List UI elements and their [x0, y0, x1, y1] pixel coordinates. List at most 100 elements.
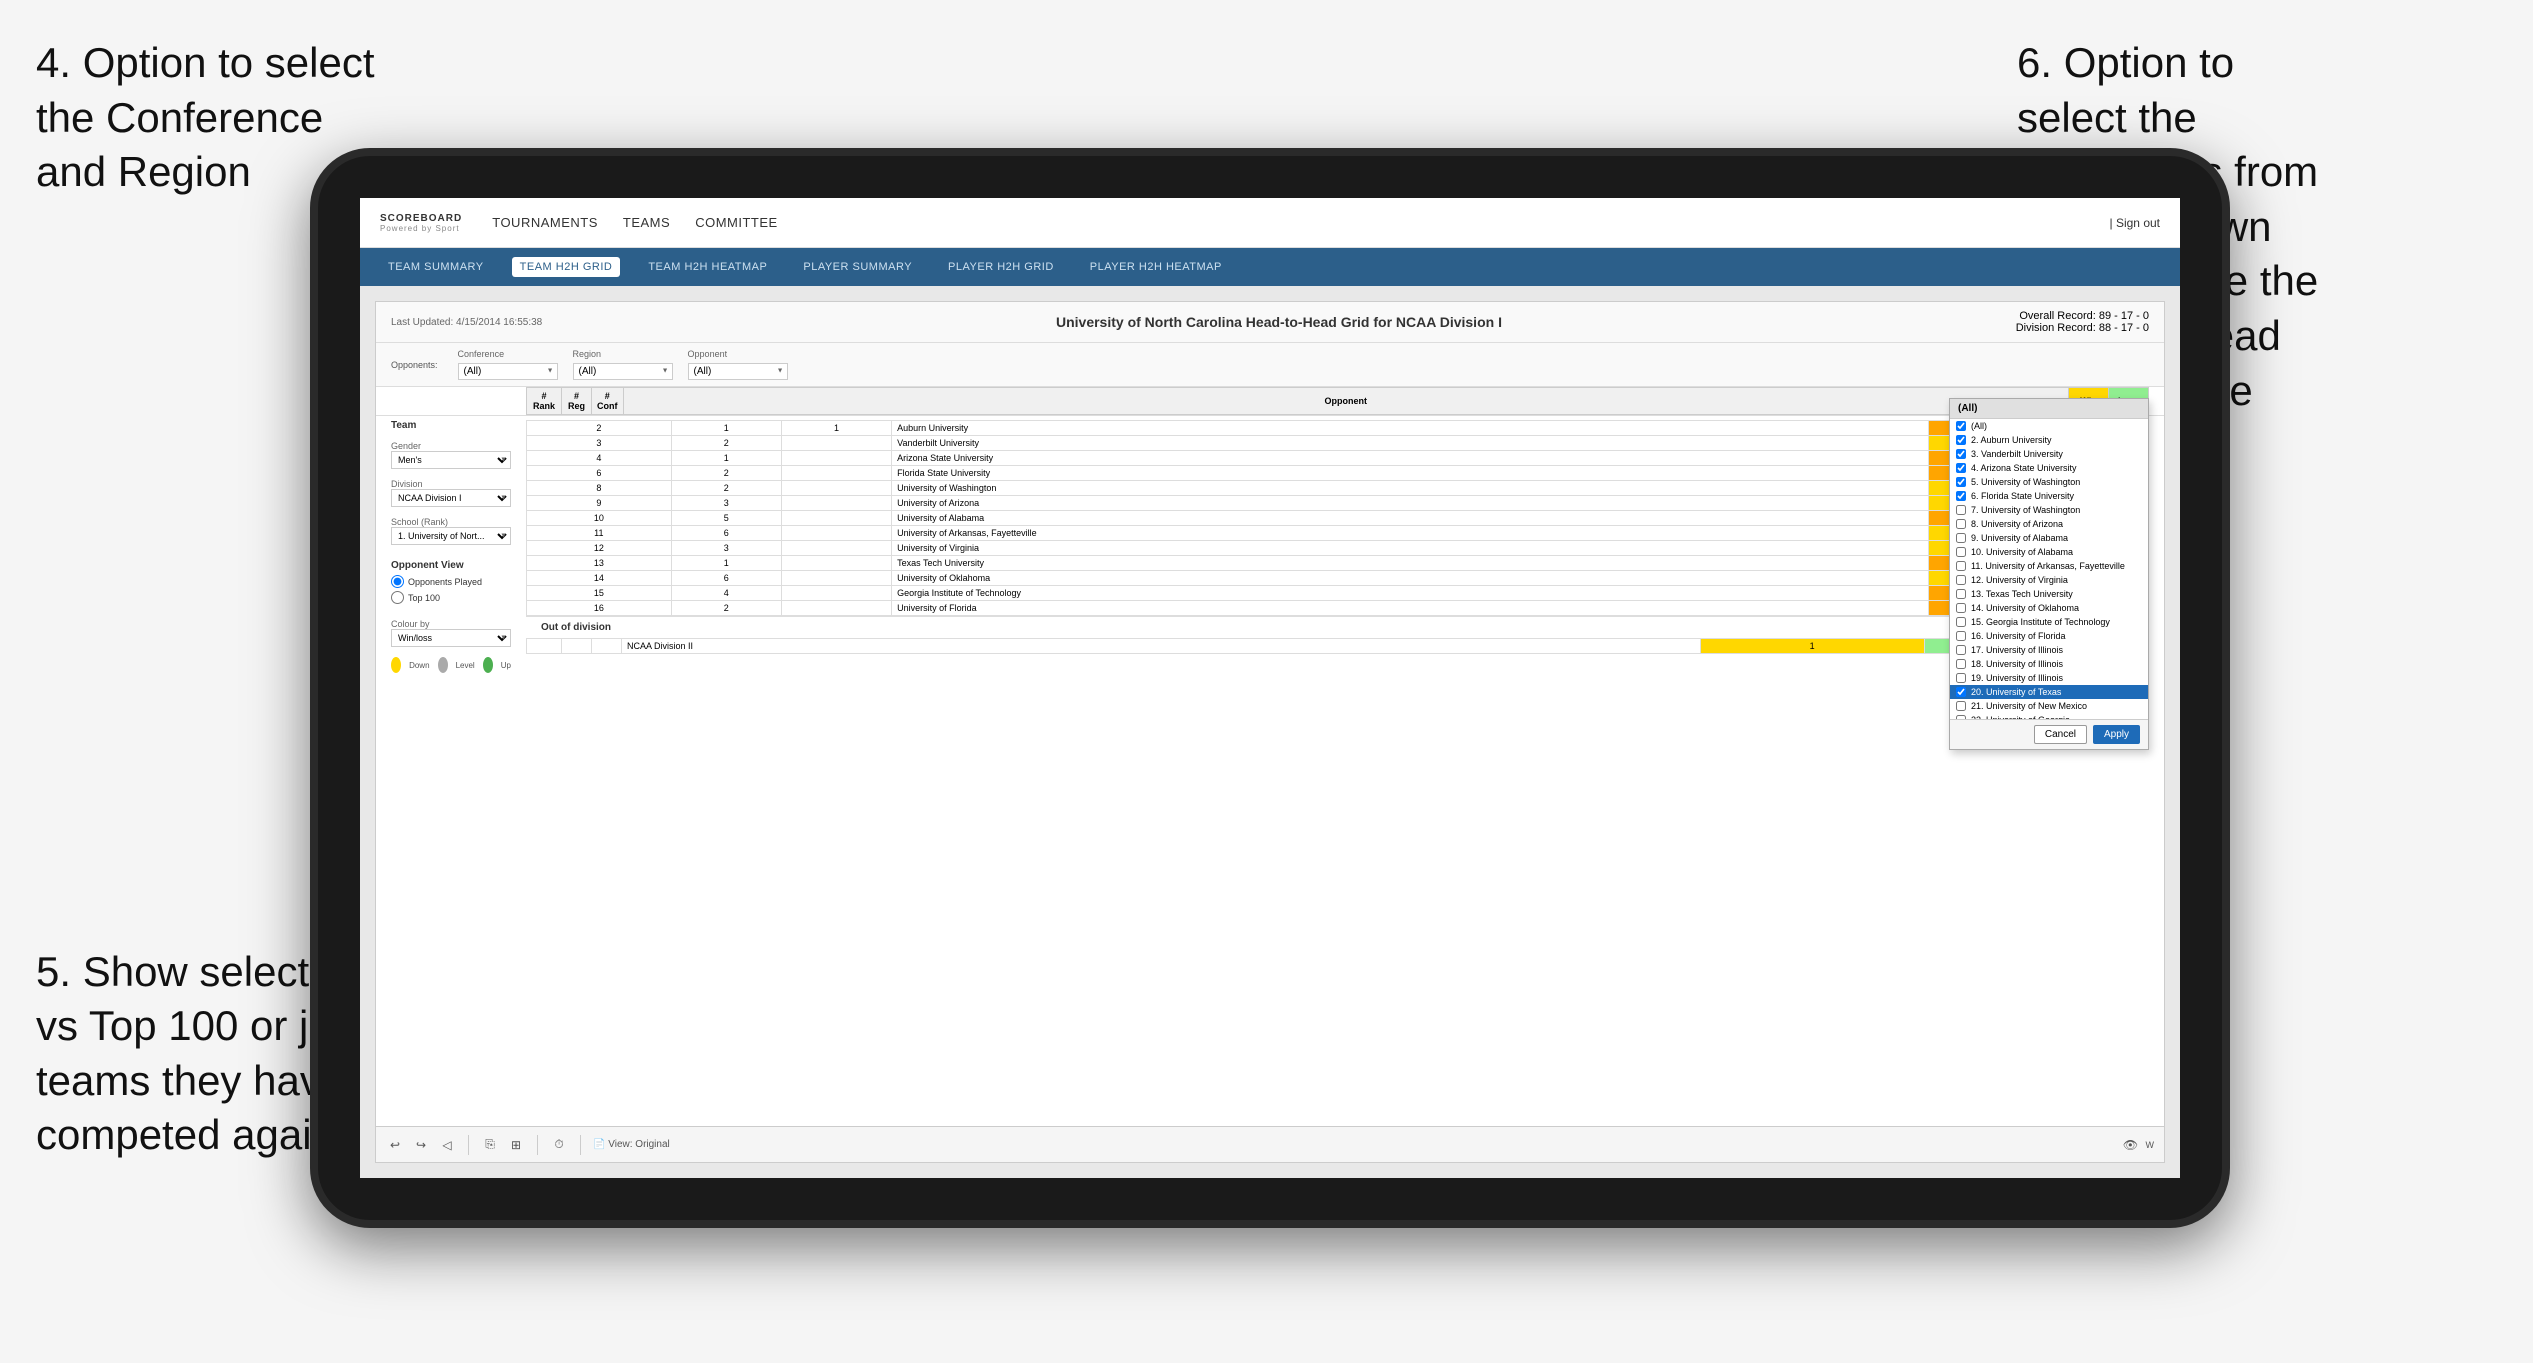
- dropdown-checkbox[interactable]: [1956, 575, 1966, 585]
- nav-teams[interactable]: TEAMS: [623, 210, 670, 235]
- dropdown-item[interactable]: 12. University of Virginia: [1950, 573, 2148, 587]
- dropdown-item[interactable]: 2. Auburn University: [1950, 433, 2148, 447]
- opponent-select[interactable]: (All): [688, 363, 788, 380]
- dropdown-checkbox[interactable]: [1956, 533, 1966, 543]
- school-select[interactable]: 1. University of Nort...: [391, 527, 511, 545]
- dropdown-item-label: 6. Florida State University: [1971, 491, 2074, 501]
- dropdown-checkbox[interactable]: [1956, 715, 1966, 719]
- back-icon[interactable]: ◁: [438, 1136, 456, 1154]
- division-select[interactable]: NCAA Division I: [391, 489, 511, 507]
- tab-player-summary[interactable]: PLAYER SUMMARY: [795, 257, 920, 277]
- dropdown-item-label: 11. University of Arkansas, Fayetteville: [1971, 561, 2125, 571]
- layout-icon[interactable]: ⊞: [507, 1136, 525, 1154]
- cell-conf: 1: [781, 421, 891, 436]
- dropdown-checkbox[interactable]: [1956, 547, 1966, 557]
- dropdown-item[interactable]: 3. Vanderbilt University: [1950, 447, 2148, 461]
- dropdown-checkbox[interactable]: [1956, 519, 1966, 529]
- nav-tournaments[interactable]: TOURNAMENTS: [492, 210, 598, 235]
- tab-player-h2h-grid[interactable]: PLAYER H2H GRID: [940, 257, 1062, 277]
- dropdown-checkbox[interactable]: [1956, 631, 1966, 641]
- dropdown-item-label: 2. Auburn University: [1971, 435, 2052, 445]
- dropdown-checkbox[interactable]: [1956, 463, 1966, 473]
- dropdown-item-label: 15. Georgia Institute of Technology: [1971, 617, 2110, 627]
- cell-opponent: Florida State University: [892, 466, 1928, 481]
- undo-icon[interactable]: ↩: [386, 1136, 404, 1154]
- dropdown-checkbox[interactable]: [1956, 491, 1966, 501]
- apply-button[interactable]: Apply: [2093, 725, 2140, 744]
- colour-by-select[interactable]: Win/loss: [391, 629, 511, 647]
- redo-icon[interactable]: ↪: [412, 1136, 430, 1154]
- school-label: School (Rank): [391, 517, 511, 527]
- radio-opponents-played[interactable]: [391, 575, 404, 588]
- dropdown-checkbox[interactable]: [1956, 477, 1966, 487]
- cell-reg: 2: [671, 481, 781, 496]
- dropdown-item[interactable]: 17. University of Illinois: [1950, 643, 2148, 657]
- region-filter-group: Region (All): [573, 349, 673, 380]
- dropdown-item-label: 21. University of New Mexico: [1971, 701, 2087, 711]
- opponent-filter-group: Opponent (All): [688, 349, 788, 380]
- dropdown-checkbox[interactable]: [1956, 603, 1966, 613]
- dropdown-checkbox[interactable]: [1956, 561, 1966, 571]
- dropdown-item-label: 7. University of Washington: [1971, 505, 2080, 515]
- dropdown-checkbox[interactable]: [1956, 645, 1966, 655]
- dropdown-item[interactable]: 21. University of New Mexico: [1950, 699, 2148, 713]
- dropdown-item[interactable]: 19. University of Illinois: [1950, 671, 2148, 685]
- table-area: Team Gender Men's Division: [376, 416, 2164, 681]
- dropdown-checkbox[interactable]: [1956, 617, 1966, 627]
- dropdown-checkbox[interactable]: [1956, 421, 1966, 431]
- cell-reg: 2: [671, 436, 781, 451]
- conference-filter-group: Conference (All): [458, 349, 558, 380]
- dropdown-checkbox[interactable]: [1956, 659, 1966, 669]
- dropdown-item[interactable]: 10. University of Alabama: [1950, 545, 2148, 559]
- dropdown-item[interactable]: 13. Texas Tech University: [1950, 587, 2148, 601]
- toolbar-sep-1: [468, 1135, 469, 1155]
- dropdown-item[interactable]: 18. University of Illinois: [1950, 657, 2148, 671]
- dropdown-item[interactable]: 7. University of Washington: [1950, 503, 2148, 517]
- dropdown-item[interactable]: 5. University of Washington: [1950, 475, 2148, 489]
- dropdown-item[interactable]: 11. University of Arkansas, Fayetteville: [1950, 559, 2148, 573]
- eye-icon[interactable]: 👁: [2122, 1136, 2140, 1154]
- dropdown-item[interactable]: 4. Arizona State University: [1950, 461, 2148, 475]
- dropdown-item-label: 19. University of Illinois: [1971, 673, 2063, 683]
- cancel-button[interactable]: Cancel: [2034, 725, 2087, 744]
- dropdown-checkbox[interactable]: [1956, 701, 1966, 711]
- dropdown-item[interactable]: 20. University of Texas: [1950, 685, 2148, 699]
- dropdown-item[interactable]: 6. Florida State University: [1950, 489, 2148, 503]
- copy-icon[interactable]: ⎘: [481, 1136, 499, 1154]
- dropdown-checkbox[interactable]: [1956, 435, 1966, 445]
- dropdown-item[interactable]: 16. University of Florida: [1950, 629, 2148, 643]
- clock-icon[interactable]: ⏱: [550, 1136, 568, 1154]
- dropdown-item[interactable]: 9. University of Alabama: [1950, 531, 2148, 545]
- dropdown-checkbox[interactable]: [1956, 589, 1966, 599]
- tab-team-h2h-heatmap[interactable]: TEAM H2H HEATMAP: [640, 257, 775, 277]
- out-of-div-rank: [527, 639, 562, 654]
- opponent-label: Opponent: [688, 349, 788, 359]
- cell-conf: [781, 601, 891, 616]
- cell-reg: 1: [671, 451, 781, 466]
- radio-top100[interactable]: [391, 591, 404, 604]
- dropdown-item[interactable]: 15. Georgia Institute of Technology: [1950, 615, 2148, 629]
- nav-committee[interactable]: COMMITTEE: [695, 210, 778, 235]
- dropdown-panel-list[interactable]: (All) 2. Auburn University 3. Vanderbilt U…: [1950, 419, 2148, 719]
- region-select[interactable]: (All): [573, 363, 673, 380]
- cell-conf: [781, 541, 891, 556]
- nav-signout[interactable]: | Sign out: [2110, 216, 2160, 230]
- dropdown-item[interactable]: 8. University of Arizona: [1950, 517, 2148, 531]
- dropdown-checkbox[interactable]: [1956, 687, 1966, 697]
- tab-team-summary[interactable]: TEAM SUMMARY: [380, 257, 492, 277]
- dropdown-checkbox[interactable]: [1956, 673, 1966, 683]
- dropdown-item[interactable]: 14. University of Oklahoma: [1950, 601, 2148, 615]
- tab-team-h2h-grid[interactable]: TEAM H2H GRID: [512, 257, 621, 277]
- gender-select[interactable]: Men's: [391, 451, 511, 469]
- cell-rank: 4: [527, 451, 672, 466]
- watch-label: W: [2146, 1140, 2155, 1150]
- dropdown-checkbox[interactable]: [1956, 449, 1966, 459]
- dropdown-item-label: 5. University of Washington: [1971, 477, 2080, 487]
- out-of-div-win: 1: [1700, 639, 1924, 654]
- table-row: 14 6 University of Oklahoma 2 2: [527, 571, 2149, 586]
- conference-select[interactable]: (All): [458, 363, 558, 380]
- cell-conf: [781, 526, 891, 541]
- dropdown-checkbox[interactable]: [1956, 505, 1966, 515]
- tab-player-h2h-heatmap[interactable]: PLAYER H2H HEATMAP: [1082, 257, 1230, 277]
- dropdown-item[interactable]: (All): [1950, 419, 2148, 433]
